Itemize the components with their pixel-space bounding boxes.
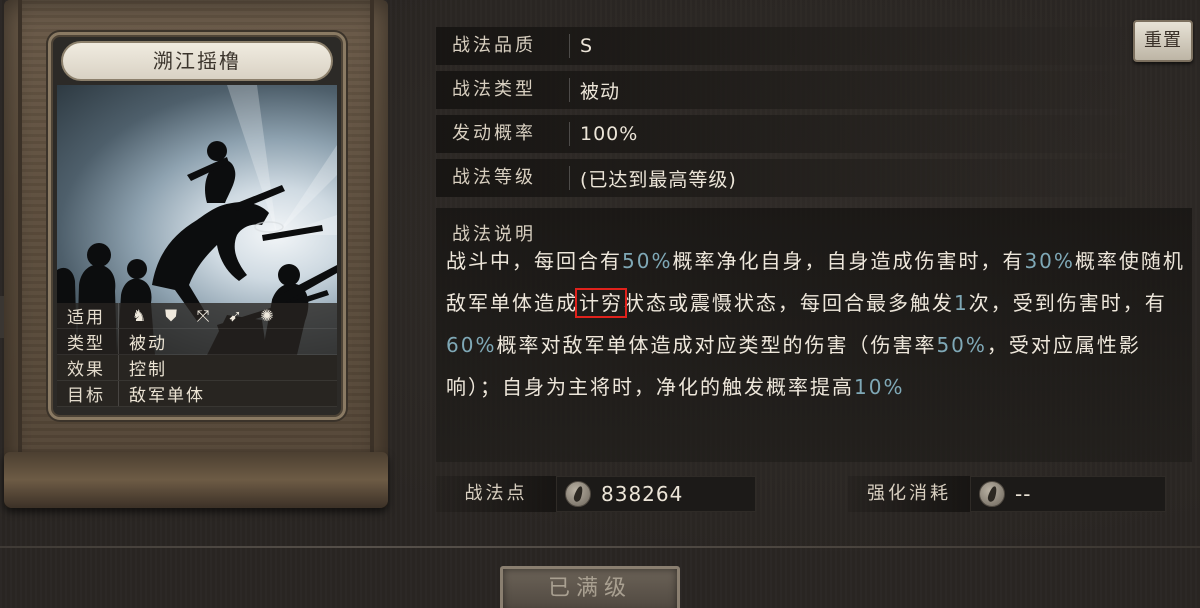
info-row-target: 目标 敌军单体 — [57, 381, 337, 407]
upgrade-cost: 强化消耗 -- — [848, 476, 1166, 512]
tactic-scroll: 溯江摇橹 适用 ♞ ⛊ ⤧ ➹ ✺ 类型 被动 效果 控制 目标 敌军单体 — [4, 0, 388, 508]
spear-icon: ➹ — [228, 305, 242, 325]
tactic-points: 战法点 838264 — [436, 476, 756, 512]
upgrade-cost-label: 强化消耗 — [848, 476, 970, 512]
siege-wheel-icon: ✺ — [260, 305, 274, 325]
attr-value: S — [580, 35, 594, 57]
info-value: 被动 — [129, 334, 167, 354]
description-segment: 状态或震慑状态，每回合最多触发 — [624, 291, 954, 315]
reset-button[interactable]: 重置 — [1133, 20, 1193, 62]
description-segment: 次，受到伤害时，有 — [968, 291, 1167, 315]
info-value: 敌军单体 — [129, 386, 205, 406]
description-panel: 战法说明 战斗中，每回合有50%概率净化自身，自身造成伤害时，有30%概率使随机… — [436, 208, 1192, 462]
upgrade-cost-value: -- — [1015, 482, 1032, 506]
card-info-table: 适用 ♞ ⛊ ⤧ ➹ ✺ 类型 被动 效果 控制 目标 敌军单体 — [57, 303, 337, 407]
tactic-point-icon — [979, 481, 1005, 507]
tactic-points-value: 838264 — [601, 482, 684, 506]
attr-label: 战法等级 — [436, 166, 570, 190]
info-row-type: 类型 被动 — [57, 329, 337, 355]
upgrade-cost-box: -- — [970, 476, 1166, 512]
attr-label: 战法类型 — [436, 78, 570, 102]
card-title: 溯江摇橹 — [61, 41, 333, 81]
info-key: 适用 — [57, 303, 119, 328]
attr-level: 战法等级 (已达到最高等级) — [436, 159, 1126, 197]
tactic-point-icon — [565, 481, 591, 507]
description-segment: 60% — [446, 333, 497, 357]
tactic-points-box: 838264 — [556, 476, 756, 512]
description-segment: 30% — [1024, 249, 1075, 273]
tactic-card: 溯江摇橹 适用 ♞ ⛊ ⤧ ➹ ✺ 类型 被动 效果 控制 目标 敌军单体 — [48, 32, 346, 420]
info-row-applicable: 适用 ♞ ⛊ ⤧ ➹ ✺ — [57, 303, 337, 329]
description-segment: 1 — [954, 291, 969, 315]
troop-type-icons: ♞ ⛊ ⤧ ➹ ✺ — [119, 306, 277, 326]
attr-type: 战法类型 被动 — [436, 71, 1126, 109]
description-segment: 50% — [622, 249, 673, 273]
description-segment: 概率净化自身，自身造成伤害时，有 — [672, 249, 1025, 273]
info-key: 类型 — [57, 329, 119, 354]
description-segment: 10% — [854, 375, 905, 399]
cavalry-icon: ♞ — [131, 305, 147, 325]
attr-value: 100% — [580, 123, 639, 145]
scroll-roller — [4, 452, 388, 508]
attr-value: (已达到最高等级) — [580, 168, 737, 191]
attr-label: 发动概率 — [436, 122, 570, 146]
description-segment: 计穷 — [575, 288, 627, 318]
description-segment: 战斗中，每回合有 — [446, 249, 622, 273]
info-row-effect: 效果 控制 — [57, 355, 337, 381]
attr-quality: 战法品质 S — [436, 27, 1126, 65]
info-key: 效果 — [57, 355, 119, 380]
description-text: 战斗中，每回合有50%概率净化自身，自身造成伤害时，有30%概率使随机敌军单体造… — [446, 240, 1188, 408]
attr-label: 战法品质 — [436, 34, 570, 58]
tactic-points-label: 战法点 — [436, 476, 556, 512]
bottom-divider — [0, 546, 1200, 548]
description-segment: 概率对敌军单体造成对应类型的伤害（伤害率 — [496, 333, 937, 357]
info-value: 控制 — [129, 360, 167, 380]
description-segment: 50% — [936, 333, 987, 357]
attr-trigger-rate: 发动概率 100% — [436, 115, 1126, 153]
shield-icon: ⛊ — [164, 305, 177, 325]
attr-value: 被动 — [580, 80, 621, 103]
max-level-button[interactable]: 已满级 — [500, 566, 680, 608]
bow-icon: ⤧ — [196, 305, 210, 325]
info-key: 目标 — [57, 381, 119, 406]
